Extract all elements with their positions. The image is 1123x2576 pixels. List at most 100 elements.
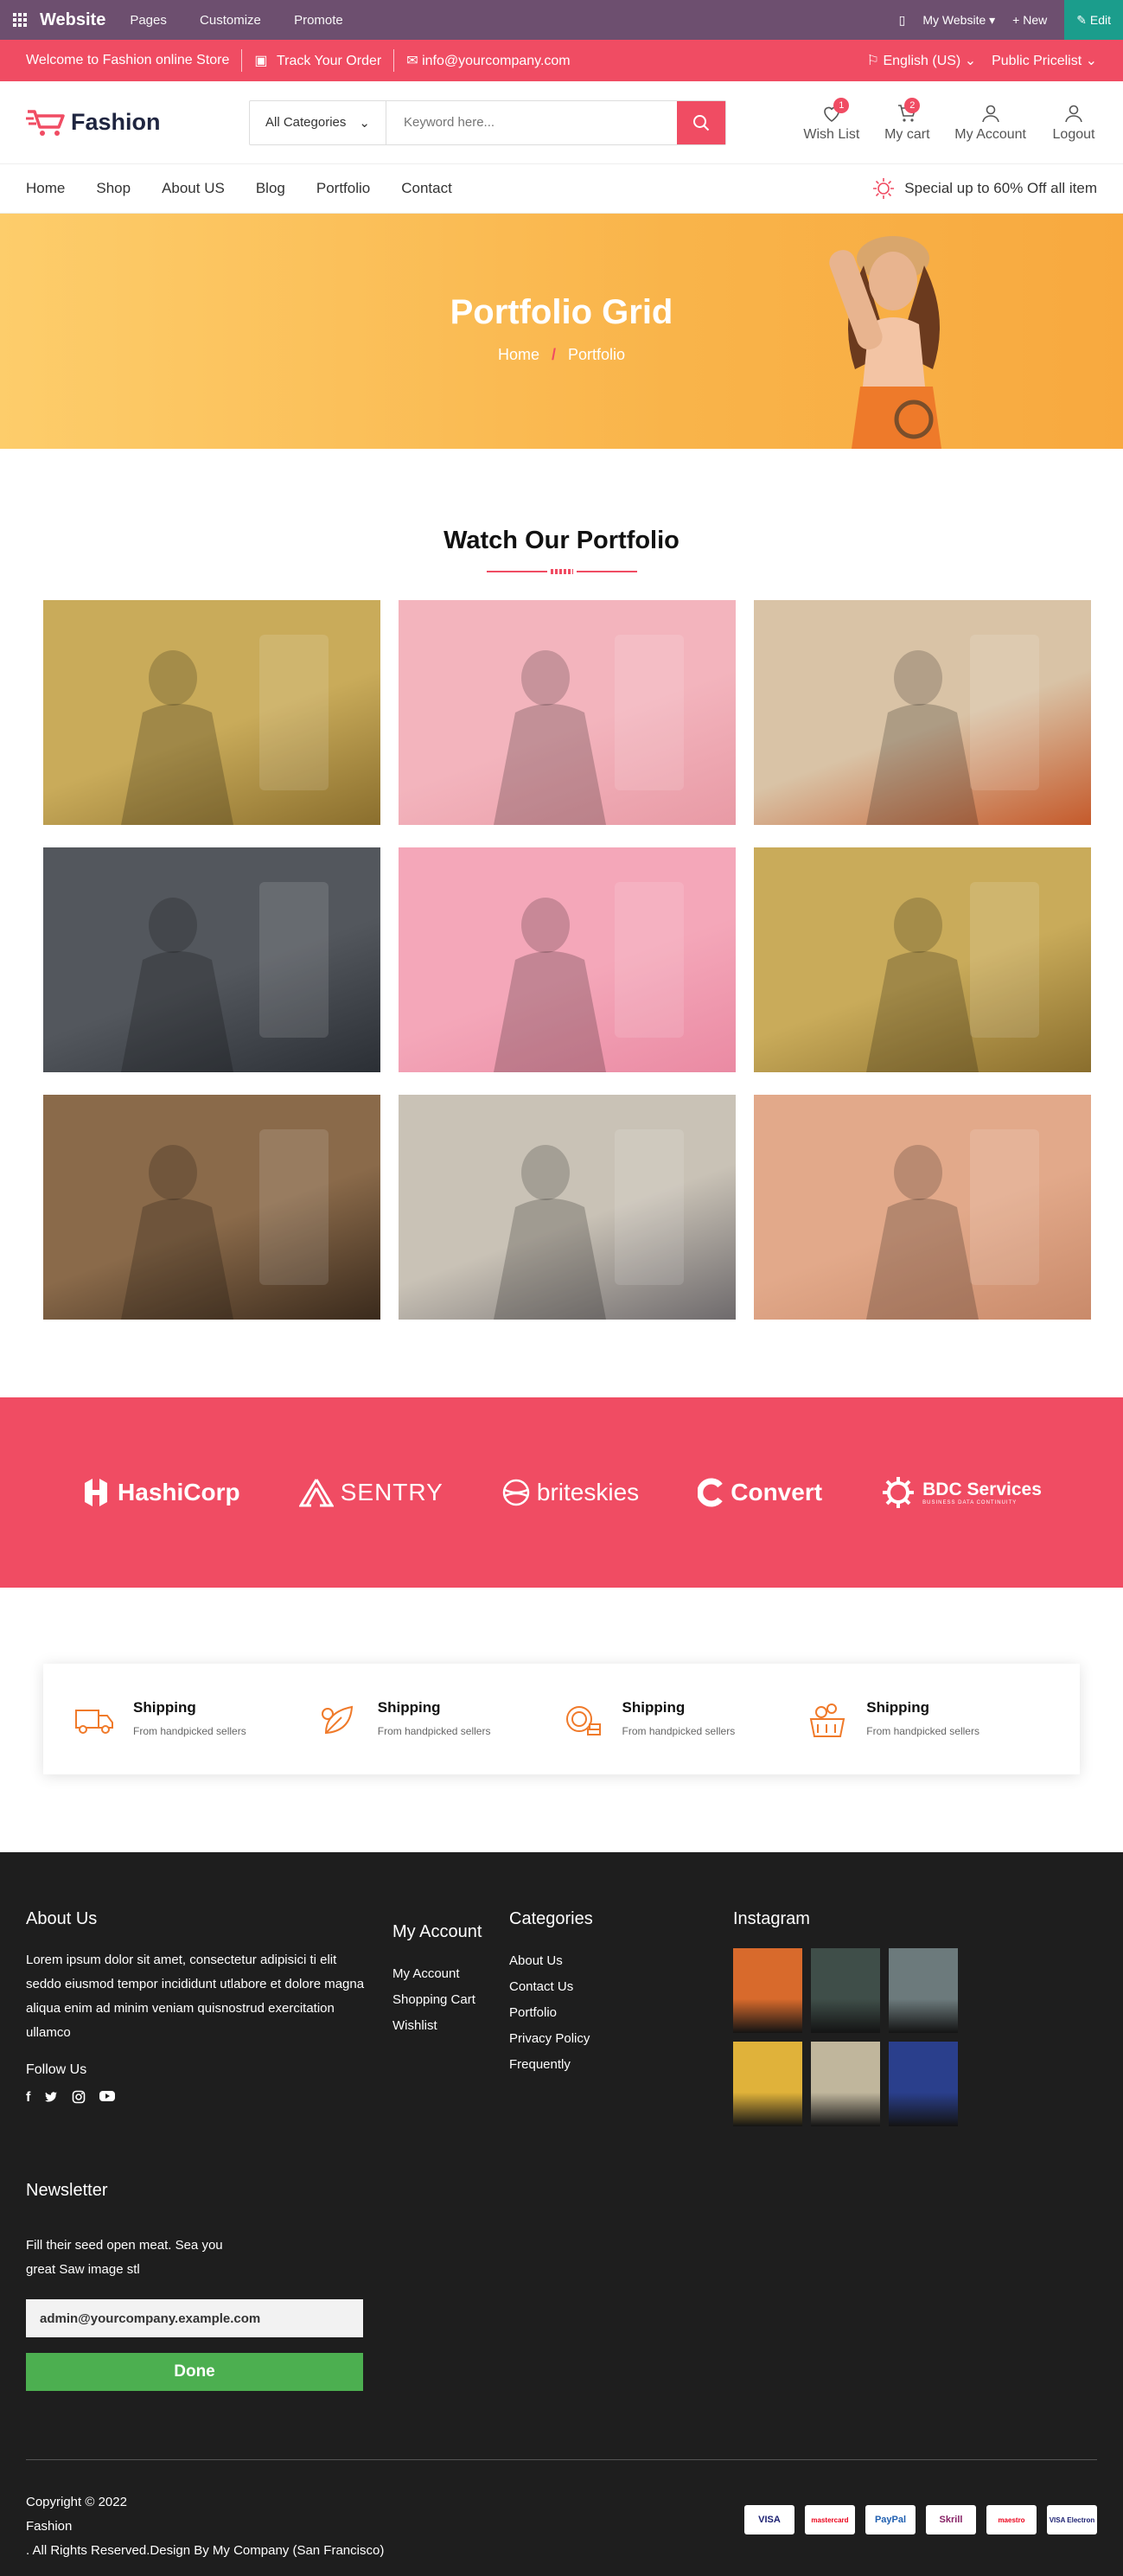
instagram-icon[interactable]	[72, 2090, 86, 2104]
portfolio-tile-woman-orange-dress[interactable]	[43, 600, 380, 825]
payment-badge: PayPal	[865, 2505, 916, 2534]
instagram-thumb[interactable]	[889, 2042, 958, 2126]
instagram-grid	[733, 1948, 958, 2126]
footer-link-about-us[interactable]: About Us	[509, 1948, 593, 1974]
odoo-menu-promote[interactable]: Promote	[294, 13, 343, 28]
newsletter-text-line-2: great Saw image stl	[26, 2262, 140, 2277]
newsletter-done-button[interactable]: Done	[26, 2353, 363, 2391]
language-selector[interactable]: ⚐ English (US) ⌄	[867, 52, 976, 69]
footer-link-portfolio[interactable]: Portfolio	[509, 2000, 593, 2026]
edit-button[interactable]: ✎ Edit	[1064, 0, 1123, 40]
odoo-menu-pages[interactable]: Pages	[130, 13, 167, 28]
logout-link[interactable]: Logout	[1050, 103, 1097, 143]
account-link[interactable]: My Account	[954, 103, 1026, 143]
newsletter-title: Newsletter	[26, 2181, 108, 2200]
feature-item: Shipping From handpicked sellers	[562, 1698, 807, 1740]
sentry-icon	[298, 1479, 334, 1507]
nav-shop[interactable]: Shop	[96, 180, 131, 197]
site-logo[interactable]: Fashion	[26, 108, 249, 137]
new-content-button[interactable]: + New	[1012, 13, 1047, 27]
mobile-preview-icon[interactable]: ▯	[899, 13, 906, 28]
portfolio-tile-man-shopping-store[interactable]	[43, 1095, 380, 1320]
nav-blog[interactable]: Blog	[256, 180, 285, 197]
search-bar: All Categories ⌄	[249, 99, 726, 145]
truck-icon	[75, 1710, 113, 1734]
footer-categories: Categories About Us Contact Us Portfolio…	[509, 1909, 593, 2078]
portfolio-tile-woman-pink-hat[interactable]	[399, 847, 736, 1072]
us-flag-icon: ⚐	[866, 54, 879, 68]
search-button[interactable]	[677, 100, 725, 144]
payment-badge: VISA	[744, 2505, 794, 2534]
footer-link-frequently[interactable]: Frequently	[509, 2052, 593, 2078]
top-info-strip: Welcome to Fashion online Store ▣ Track …	[0, 40, 1123, 81]
chevron-down-icon: ⌄	[359, 115, 370, 131]
footer-link-contact-us[interactable]: Contact Us	[509, 1974, 593, 2000]
youtube-icon[interactable]	[99, 2090, 116, 2102]
email-link[interactable]: ✉ info@yourcompany.com	[406, 52, 570, 69]
instagram-thumb[interactable]	[889, 1948, 958, 2033]
feature-title: Shipping	[866, 1699, 929, 1716]
odoo-menu-customize[interactable]: Customize	[200, 13, 261, 28]
instagram-thumb[interactable]	[733, 1948, 802, 2033]
nav-portfolio[interactable]: Portfolio	[316, 180, 370, 197]
instagram-thumb[interactable]	[811, 1948, 880, 2033]
facebook-icon[interactable]: f	[26, 2090, 30, 2106]
odoo-app-title: Website	[40, 10, 106, 29]
footer-about-text: Lorem ipsum dolor sit amet, consectetur …	[26, 1953, 365, 2040]
client-logo-bdc: BDC Services BUSINESS DATA CONTINUITY	[881, 1475, 1042, 1510]
breadcrumb-current: Portfolio	[567, 346, 626, 363]
client-logo-convert: Convert	[698, 1478, 822, 1507]
coins-icon	[565, 1706, 601, 1735]
footer-link-wishlist[interactable]: Wishlist	[392, 2013, 482, 2039]
portfolio-tile-mall-escalator[interactable]	[399, 1095, 736, 1320]
pricelist-selector[interactable]: Public Pricelist ⌄	[992, 52, 1097, 69]
nav-contact[interactable]: Contact	[401, 180, 452, 197]
footer-link-privacy-policy[interactable]: Privacy Policy	[509, 2026, 593, 2052]
nav-about[interactable]: About US	[162, 180, 225, 197]
briteskies-icon	[502, 1479, 530, 1506]
client-logo-hashicorp: HashiCorp	[81, 1476, 240, 1509]
feature-title: Shipping	[133, 1699, 196, 1716]
portfolio-tile-autumn-flatlay[interactable]	[754, 600, 1091, 825]
cart-link[interactable]: 2 My cart	[884, 97, 930, 143]
nav-home[interactable]: Home	[26, 180, 65, 197]
envelope-icon: ✉	[406, 54, 418, 68]
portfolio-tile-clothes-rack-pink[interactable]	[399, 600, 736, 825]
heading-divider	[0, 569, 1123, 574]
convert-icon	[698, 1478, 724, 1507]
search-input[interactable]	[386, 100, 677, 144]
main-nav: Home Shop About US Blog Portfolio Contac…	[0, 164, 1123, 214]
footer-account-title: My Account	[392, 1922, 482, 1941]
apps-menu-icon[interactable]	[0, 0, 40, 40]
portfolio-tile-woman-orange-dress-2[interactable]	[754, 847, 1091, 1072]
clients-strip: HashiCorp SENTRY briteskies Convert BDC …	[0, 1397, 1123, 1588]
newsletter-email-input[interactable]: admin@yourcompany.example.com	[26, 2299, 363, 2337]
twitter-icon[interactable]	[44, 2090, 58, 2104]
client-logo-briteskies: briteskies	[502, 1479, 639, 1506]
payment-badge: Skrill	[926, 2505, 976, 2534]
wishlist-link[interactable]: 1 Wish List	[803, 97, 859, 143]
footer-categories-title: Categories	[509, 1909, 593, 1928]
feature-item: Shipping From handpicked sellers	[317, 1698, 562, 1740]
user-icon	[981, 105, 999, 122]
instagram-thumb[interactable]	[733, 2042, 802, 2126]
footer-divider	[26, 2459, 1097, 2460]
feature-item: Shipping From handpicked sellers	[73, 1698, 317, 1740]
user-logout-icon	[1065, 105, 1082, 122]
portfolio-tile-rack-beige-wall[interactable]	[754, 1095, 1091, 1320]
website-switcher[interactable]: My Website ▾	[922, 13, 995, 28]
portfolio-tile-men-leather-bags[interactable]	[43, 847, 380, 1072]
footer-link-my-account[interactable]: My Account	[392, 1961, 482, 1987]
leaf-icon	[321, 1705, 353, 1735]
search-icon	[693, 114, 710, 131]
footer-instagram-title: Instagram	[733, 1909, 810, 1928]
track-order-link[interactable]: ▣ Track Your Order	[254, 52, 381, 69]
instagram-thumb[interactable]	[811, 2042, 880, 2126]
page-title: Portfolio Grid	[450, 293, 673, 331]
copyright-line-2: Fashion	[26, 2519, 73, 2534]
payment-badge: VISA Electron	[1047, 2505, 1097, 2534]
category-select[interactable]: All Categories ⌄	[250, 100, 386, 144]
feature-title: Shipping	[622, 1699, 686, 1716]
breadcrumb-home[interactable]: Home	[498, 346, 539, 363]
footer-link-shopping-cart[interactable]: Shopping Cart	[392, 1987, 482, 2013]
